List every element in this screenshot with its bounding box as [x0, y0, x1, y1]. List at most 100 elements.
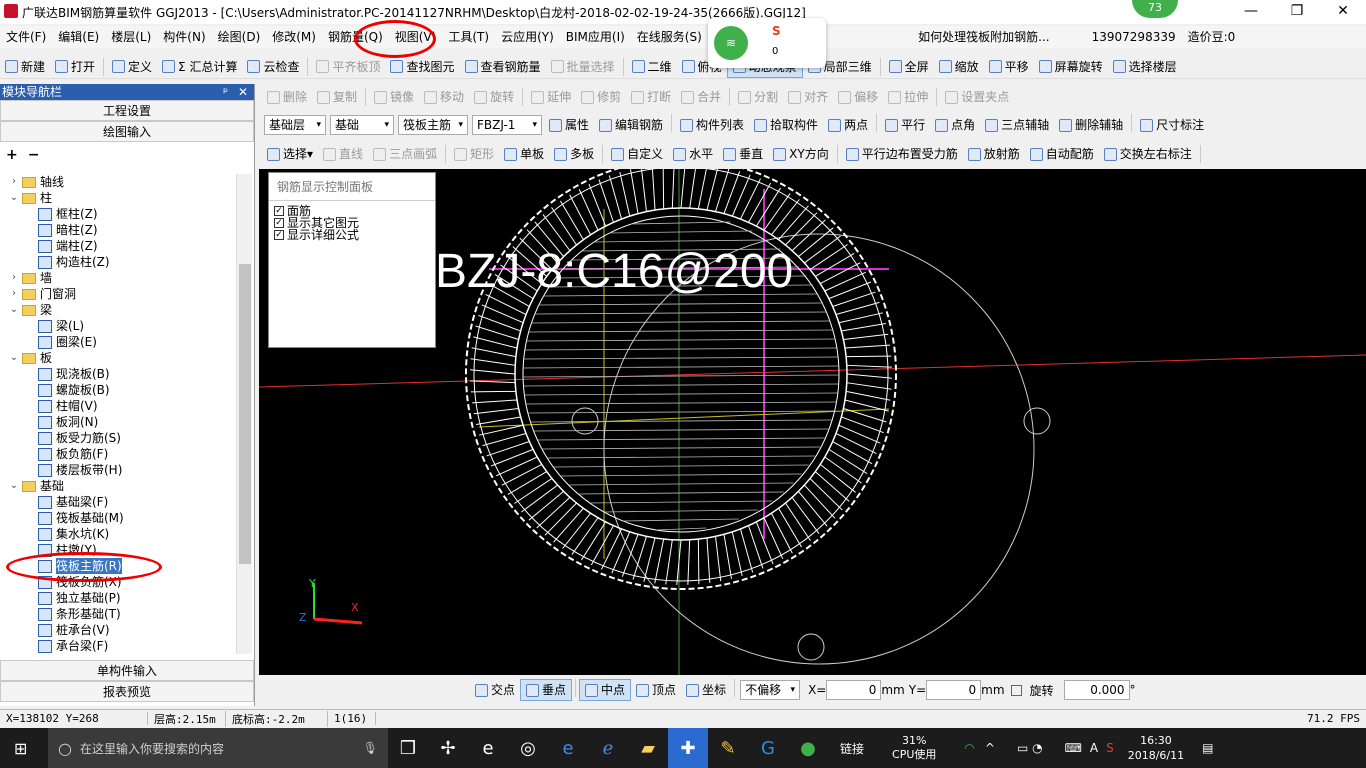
ie-blue-icon[interactable]: ℯ — [588, 728, 628, 768]
edit-button-7[interactable]: 打断 — [626, 86, 676, 108]
main-toolbar-button-13[interactable]: 全屏 — [884, 56, 934, 78]
draw-button-1[interactable]: 三点画弧 — [368, 143, 442, 165]
checkbox[interactable]: ✓ — [274, 218, 284, 228]
property-button-9[interactable]: 尺寸标注 — [1135, 114, 1209, 136]
main-toolbar-button-2[interactable]: 定义 — [107, 56, 157, 78]
draw-button-4[interactable]: 多板 — [549, 143, 599, 165]
tree-node-8[interactable]: ⌄ 梁 — [0, 302, 236, 318]
edit-button-8[interactable]: 合并 — [676, 86, 726, 108]
tree-node-4[interactable]: 端柱(Z) — [0, 238, 236, 254]
edit-button-10[interactable]: 对齐 — [783, 86, 833, 108]
snap-button-3[interactable]: 顶点 — [631, 679, 681, 701]
tree-node-7[interactable]: › 门窗洞 — [0, 286, 236, 302]
draw-button-0[interactable]: 直线 — [318, 143, 368, 165]
main-toolbar-button-8[interactable]: 批量选择 — [546, 56, 620, 78]
x-input[interactable]: 0 — [826, 680, 882, 700]
rotate-checkbox[interactable] — [1010, 684, 1022, 696]
select-tool[interactable]: 选择 ▾ — [262, 143, 318, 165]
main-toolbar-button-3[interactable]: Σ 汇总计算 — [157, 56, 242, 78]
windows-start-icon[interactable]: ⊞ — [14, 739, 27, 758]
ie-icon[interactable]: e — [468, 728, 508, 768]
draw-button-6[interactable]: 水平 — [668, 143, 718, 165]
notification-center-icon[interactable]: ▤ — [1202, 741, 1213, 755]
maximize-button[interactable]: ❐ — [1274, 0, 1320, 24]
sogou-icon[interactable]: S — [1106, 741, 1114, 755]
notes-app-icon[interactable]: ✎ — [708, 728, 748, 768]
file-explorer-icon[interactable]: ▰ — [628, 728, 668, 768]
tree-node-12[interactable]: 现浇板(B) — [0, 366, 236, 382]
main-toolbar-button-5[interactable]: 平齐板顶 — [311, 56, 385, 78]
scroll-thumb[interactable] — [239, 264, 251, 564]
tree-node-27[interactable]: 条形基础(T) — [0, 606, 236, 622]
property-button-0[interactable]: 属性 — [544, 114, 594, 136]
property-button-3[interactable]: 拾取构件 — [749, 114, 823, 136]
draw-button-3[interactable]: 单板 — [499, 143, 549, 165]
draw-button-2[interactable]: 矩形 — [449, 143, 499, 165]
tree-node-16[interactable]: 板受力筋(S) — [0, 430, 236, 446]
minimize-button[interactable]: — — [1228, 0, 1274, 24]
draw-button-5[interactable]: 自定义 — [606, 143, 668, 165]
property-button-8[interactable]: 删除辅轴 — [1054, 114, 1128, 136]
edit-button-5[interactable]: 延伸 — [526, 86, 576, 108]
rotate-input[interactable]: 0.000 — [1063, 680, 1130, 700]
main-toolbar-button-14[interactable]: 缩放 — [934, 56, 984, 78]
wifi-icon[interactable]: ◠ — [964, 741, 974, 755]
tree-scrollbar[interactable] — [236, 174, 252, 654]
checkbox[interactable]: ✓ — [274, 206, 284, 216]
edge-icon[interactable]: e — [548, 728, 588, 768]
tray-icons[interactable]: ▭ ◔ — [1017, 741, 1043, 755]
expand-toggle-icon[interactable]: › — [8, 174, 20, 190]
menu-item-0[interactable]: 文件(F) — [0, 26, 52, 48]
expand-toggle-icon[interactable]: ⌄ — [8, 350, 20, 366]
task-view-icon[interactable]: ❒ — [388, 728, 428, 768]
tree-node-15[interactable]: 板洞(N) — [0, 414, 236, 430]
edit-button-4[interactable]: 旋转 — [469, 86, 519, 108]
chevron-up-icon[interactable]: ^ — [985, 741, 995, 755]
wifi-notification[interactable]: ≋ 0 S — [708, 18, 826, 68]
project-settings-button[interactable]: 工程设置 — [0, 100, 254, 121]
tree-node-22[interactable]: 集水坑(K) — [0, 526, 236, 542]
sublayer-select[interactable]: 基础 ▾ — [330, 115, 394, 135]
edit-button-12[interactable]: 拉伸 — [883, 86, 933, 108]
property-button-4[interactable]: 两点 — [823, 114, 873, 136]
main-toolbar-button-6[interactable]: 查找图元 — [385, 56, 459, 78]
main-toolbar-button-4[interactable]: 云检查 — [242, 56, 304, 78]
property-button-2[interactable]: 构件列表 — [675, 114, 749, 136]
menu-item-8[interactable]: 工具(T) — [442, 26, 495, 48]
main-toolbar-button-9[interactable]: 二维 — [627, 56, 677, 78]
taskbar-search[interactable]: ○ 在这里输入你要搜索的内容 🎙 — [48, 728, 388, 768]
menu-item-11[interactable]: 在线服务(S) — [631, 26, 708, 48]
menu-item-3[interactable]: 构件(N) — [157, 26, 211, 48]
close-panel-icon[interactable]: ✕ — [238, 85, 248, 99]
spiral-app-icon[interactable]: ◎ — [508, 728, 548, 768]
tree-node-28[interactable]: 桩承台(V) — [0, 622, 236, 638]
expand-all-icon[interactable]: + — [6, 147, 18, 163]
keyboard-icon[interactable]: ⌨ — [1065, 741, 1082, 755]
tree-node-26[interactable]: 独立基础(P) — [0, 590, 236, 606]
tree-node-29[interactable]: 承台梁(F) — [0, 638, 236, 654]
g-app-icon[interactable]: G — [748, 728, 788, 768]
link-label[interactable]: 链接 — [840, 740, 864, 757]
tree-node-1[interactable]: ⌄ 柱 — [0, 190, 236, 206]
edit-button-0[interactable]: 删除 — [262, 86, 312, 108]
menu-item-2[interactable]: 楼层(L) — [105, 26, 157, 48]
offset-mode-select[interactable]: 不偏移 ▾ — [740, 680, 801, 700]
edit-button-1[interactable]: 复制 — [312, 86, 362, 108]
tree-node-18[interactable]: 楼层板带(H) — [0, 462, 236, 478]
draw-button-12[interactable]: 交换左右标注 — [1099, 143, 1197, 165]
draw-button-8[interactable]: XY方向 — [768, 143, 834, 165]
pin-icon[interactable]: ᵖ — [223, 85, 228, 99]
edit-button-13[interactable]: 设置夹点 — [940, 86, 1014, 108]
edit-button-9[interactable]: 分割 — [733, 86, 783, 108]
property-button-6[interactable]: 点角 — [930, 114, 980, 136]
draw-button-11[interactable]: 自动配筋 — [1025, 143, 1099, 165]
edit-button-3[interactable]: 移动 — [419, 86, 469, 108]
tree-node-6[interactable]: › 墙 — [0, 270, 236, 286]
tree-node-0[interactable]: › 轴线 — [0, 174, 236, 190]
menu-item-1[interactable]: 编辑(E) — [52, 26, 105, 48]
main-toolbar-button-1[interactable]: 打开 — [50, 56, 100, 78]
draw-button-7[interactable]: 垂直 — [718, 143, 768, 165]
expand-toggle-icon[interactable]: ⌄ — [8, 478, 20, 494]
edit-button-2[interactable]: 镜像 — [369, 86, 419, 108]
main-toolbar-button-0[interactable]: 新建 — [0, 56, 50, 78]
